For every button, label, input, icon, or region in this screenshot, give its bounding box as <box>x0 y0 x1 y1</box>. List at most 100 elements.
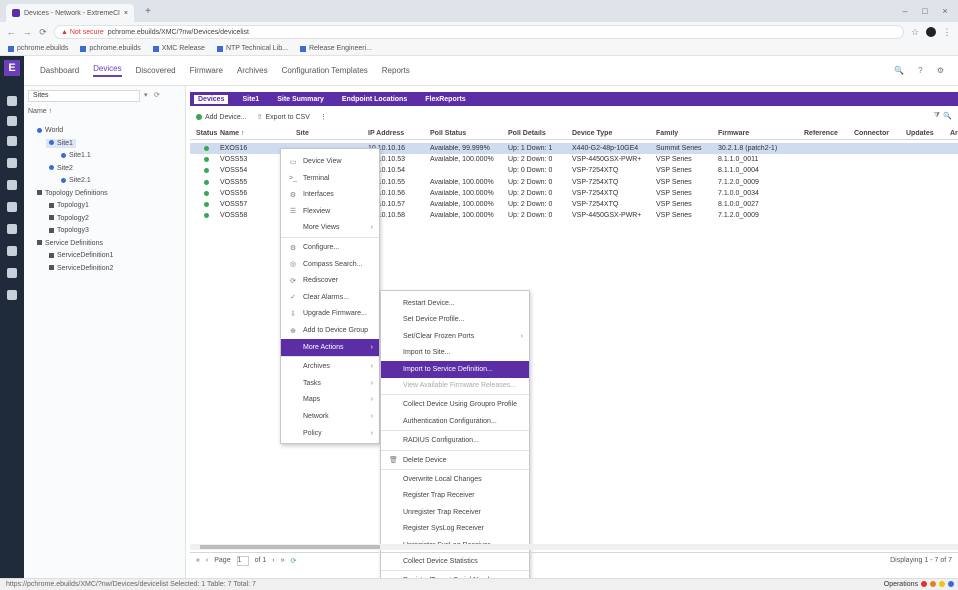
nav-tab-reports[interactable]: Reports <box>382 66 410 75</box>
menu-item[interactable]: >_ Terminal <box>281 170 379 187</box>
menu-item[interactable]: Overwrite Local Changes <box>381 471 529 488</box>
app-logo[interactable]: E <box>4 60 20 76</box>
tree-node[interactable]: ServiceDefinition2 <box>46 264 116 273</box>
column-header[interactable]: Poll Details <box>508 130 546 137</box>
nav-tab-discovered[interactable]: Discovered <box>136 66 176 75</box>
last-page-icon[interactable]: » <box>281 557 285 564</box>
column-header[interactable]: Status <box>196 130 217 137</box>
menu-item[interactable]: ◎ Compass Search... <box>281 256 379 273</box>
column-header[interactable]: Connector <box>854 130 889 137</box>
menu-item[interactable]: Authentication Configuration... <box>381 413 529 430</box>
critical-alarm-icon[interactable] <box>921 581 927 587</box>
minor-alarm-icon[interactable] <box>939 581 945 587</box>
bookmark-item[interactable]: Release Engineeri... <box>299 45 372 52</box>
prev-page-icon[interactable]: ‹ <box>206 557 208 564</box>
menu-item[interactable]: Tasks › <box>281 375 379 392</box>
tree-node[interactable]: ServiceDefinition1 <box>46 251 116 260</box>
subtab-endpoint-locations[interactable]: Endpoint Locations <box>338 95 411 104</box>
nav-tab-devices[interactable]: Devices <box>93 64 122 77</box>
operations-label[interactable]: Operations <box>884 581 918 588</box>
bookmark-item[interactable]: XMC Release <box>152 45 205 52</box>
column-header[interactable]: IP Address <box>368 130 404 137</box>
tasks-icon[interactable] <box>7 224 17 234</box>
url-input[interactable]: ▲ Not secure pchrome.ebuilds/XMC/?nw/Dev… <box>54 25 904 39</box>
back-icon[interactable]: ← <box>6 27 16 37</box>
column-header[interactable]: Updates <box>906 130 934 137</box>
first-page-icon[interactable]: « <box>196 557 200 564</box>
tree-node[interactable]: Site1 <box>46 138 76 148</box>
next-page-icon[interactable]: › <box>272 557 274 564</box>
tree-node[interactable]: Topology3 <box>46 226 92 235</box>
network-icon[interactable] <box>7 96 17 106</box>
not-secure-badge[interactable]: ▲ Not secure <box>61 29 104 36</box>
admin-icon[interactable] <box>7 246 17 256</box>
bookmark-item[interactable]: pchrome.ebuilds <box>8 45 68 52</box>
more-icon[interactable] <box>7 290 17 300</box>
menu-item[interactable]: Set/Clear Frozen Ports › <box>381 328 529 345</box>
column-header[interactable]: Firmware <box>718 130 749 137</box>
filter-icon[interactable]: ⧩ <box>934 112 940 120</box>
menu-item[interactable]: Import to Site... <box>381 344 529 361</box>
scrollbar-thumb[interactable] <box>200 545 380 549</box>
page-input[interactable]: 1 <box>236 555 249 566</box>
menu-item[interactable]: ⊕ Add to Device Group <box>281 322 379 339</box>
alarms-icon[interactable] <box>7 116 17 126</box>
bookmark-item[interactable]: pchrome.ebuilds <box>80 45 141 52</box>
search-icon[interactable]: 🔍 <box>943 112 952 120</box>
close-window-button[interactable]: × <box>936 4 954 18</box>
menu-item[interactable]: RADIUS Configuration... <box>381 432 529 449</box>
menu-item[interactable]: Archives › <box>281 358 379 375</box>
column-header[interactable]: Name ↑ <box>220 130 245 137</box>
menu-item[interactable]: 🗑 Delete Device <box>381 452 529 469</box>
menu-item[interactable]: ☰ Flexview <box>281 203 379 220</box>
column-header[interactable]: Device Type <box>572 130 612 137</box>
nav-tab-firmware[interactable]: Firmware <box>190 66 223 75</box>
column-header[interactable]: Reference <box>804 130 838 137</box>
star-icon[interactable]: ☆ <box>910 27 920 38</box>
control-icon[interactable] <box>7 136 17 146</box>
header-tools[interactable]: 🔍 ? ⚙ <box>894 66 950 75</box>
nav-tab-archives[interactable]: Archives <box>237 66 268 75</box>
export-csv-button[interactable]: ⇪ Export to CSV <box>257 113 310 122</box>
profile-avatar[interactable] <box>926 27 936 37</box>
column-header[interactable]: Family <box>656 130 678 137</box>
close-tab-icon[interactable]: × <box>124 10 128 17</box>
menu-item[interactable]: More Actions › <box>281 338 379 356</box>
menu-item[interactable]: Collect Device Using Groupro Profile <box>381 396 529 413</box>
menu-item[interactable]: More Views › <box>281 219 379 236</box>
nav-tab-dashboard[interactable]: Dashboard <box>40 66 79 75</box>
column-header[interactable]: Arc <box>950 130 958 137</box>
add-device-button[interactable]: Add Device... <box>196 114 247 121</box>
menu-item[interactable]: Unregister Trap Receiver <box>381 504 529 521</box>
tree-node[interactable]: Service Definitions <box>34 239 106 248</box>
tree-node[interactable]: Topology Definitions <box>34 189 111 198</box>
menu-item[interactable]: Import to Service Definition... <box>381 360 529 378</box>
maximize-button[interactable]: □ <box>916 4 934 18</box>
subtab-devices[interactable]: Devices <box>194 94 229 104</box>
subtab-flexreports[interactable]: FlexReports <box>421 95 469 104</box>
menu-item[interactable]: Network › <box>281 408 379 425</box>
menu-item[interactable]: ⚙ Configure... <box>281 239 379 256</box>
forward-icon[interactable]: → <box>22 27 32 37</box>
refresh-grid-icon[interactable]: ⟳ <box>291 557 297 565</box>
tree-node[interactable]: Topology2 <box>46 214 92 223</box>
browser-tab[interactable]: Devices - Network - ExtremeCloud IQ × <box>6 4 134 22</box>
major-alarm-icon[interactable] <box>930 581 936 587</box>
menu-item[interactable]: Register Trap Receiver <box>381 487 529 504</box>
tree-node[interactable]: World <box>34 126 66 135</box>
menu-item[interactable]: ⟳ Rediscover <box>281 272 379 289</box>
info-alarm-icon[interactable] <box>948 581 954 587</box>
chevron-down-icon[interactable]: ▾ <box>144 91 148 99</box>
connect-icon[interactable] <box>7 268 17 278</box>
menu-item[interactable]: ⚙ Interfaces <box>281 186 379 203</box>
tree-node[interactable]: Site2.1 <box>58 176 94 185</box>
column-header[interactable]: Poll Status <box>430 130 466 137</box>
minimize-button[interactable]: – <box>896 4 914 18</box>
browser-menu-icon[interactable]: ⋮ <box>942 27 952 38</box>
tree-node[interactable]: Site2 <box>46 164 76 173</box>
menu-item[interactable]: ✓ Clear Alarms... <box>281 289 379 306</box>
bookmark-item[interactable]: NTP Technical Lib... <box>216 45 288 52</box>
tree-name-header[interactable]: Name ↑ <box>28 108 52 115</box>
toolbar-more-button[interactable]: ⋮ <box>320 113 327 121</box>
tree-node[interactable]: Topology1 <box>46 201 92 210</box>
